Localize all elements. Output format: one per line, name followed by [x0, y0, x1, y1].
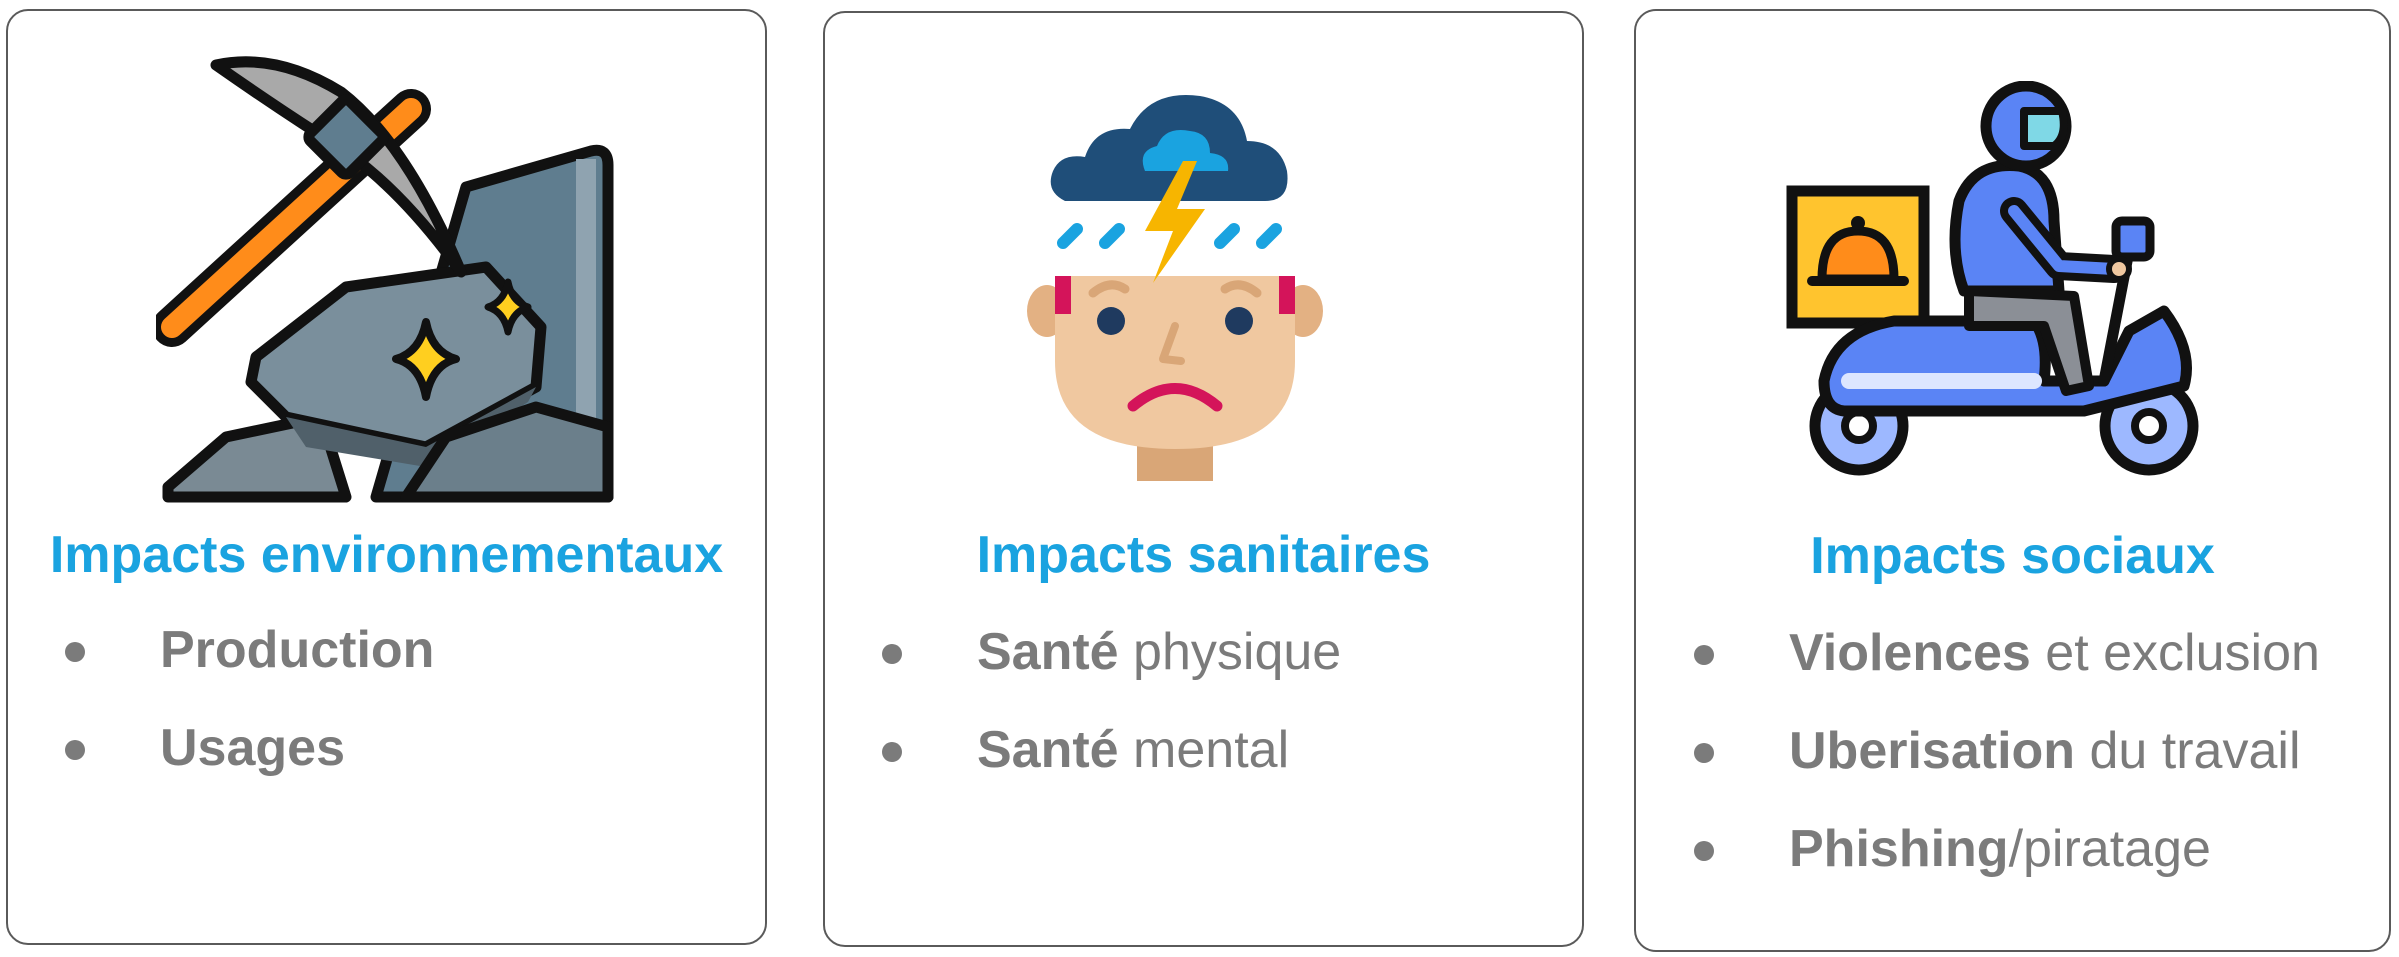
- bullet-dot-icon: [65, 740, 85, 760]
- item-bold-text: Uberisation: [1789, 722, 2076, 780]
- item-text: du travail: [2075, 722, 2301, 780]
- item-bold-text: Production: [160, 621, 435, 679]
- stressed-head-storm-icon: [1025, 71, 1325, 491]
- bullet-dot-icon: [65, 642, 85, 662]
- item-bold-text: Santé: [977, 623, 1119, 681]
- pickaxe-rock-icon: [156, 47, 626, 517]
- bullet-dot-icon: [1694, 645, 1714, 665]
- item-text: mental: [1118, 721, 1290, 779]
- card-environmental-impacts: Impacts environnementaux Production Usag…: [6, 9, 767, 945]
- item-bold-text: Santé: [977, 721, 1119, 779]
- item-bold-text: Phishing: [1789, 820, 2009, 878]
- item-text: /piratage: [2008, 820, 2211, 878]
- card-title: Impacts environnementaux: [49, 526, 724, 584]
- item-text: et exclusion: [2030, 624, 2320, 682]
- item-bold-text: Usages: [160, 719, 345, 777]
- card-health-impacts: Impacts sanitaires Santé physique Santé …: [823, 11, 1584, 947]
- card-title: Impacts sociaux: [1810, 527, 2215, 585]
- card-title: Impacts sanitaires: [976, 526, 1431, 584]
- delivery-scooter-icon: [1784, 81, 2214, 481]
- bullet-dot-icon: [1694, 841, 1714, 861]
- bullet-dot-icon: [882, 742, 902, 762]
- bullet-dot-icon: [882, 644, 902, 664]
- bullet-dot-icon: [1694, 743, 1714, 763]
- card-social-impacts: Impacts sociaux Violences et exclusion U…: [1634, 9, 2391, 952]
- item-text: physique: [1118, 623, 1342, 681]
- item-bold-text: Violences: [1789, 624, 2031, 682]
